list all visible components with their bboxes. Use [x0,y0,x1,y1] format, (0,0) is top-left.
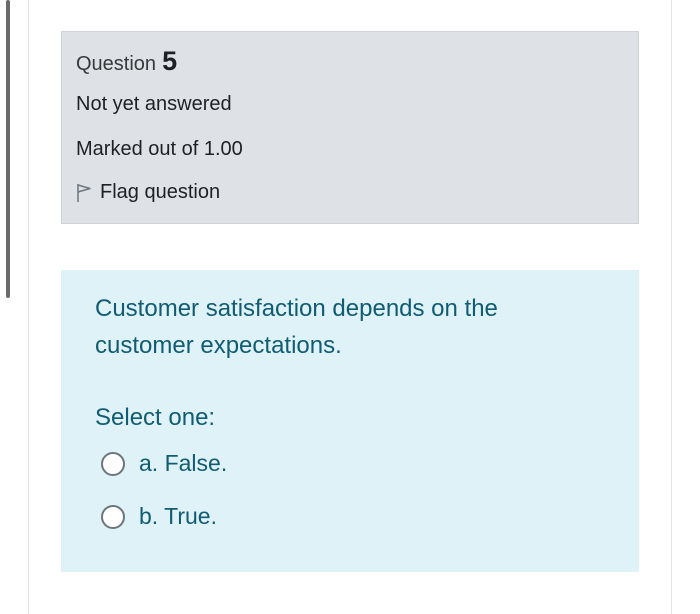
question-label: Question [76,53,157,75]
answer-prompt: Select one: [95,404,216,431]
question-state: Not yet answered [76,93,232,115]
flag-question-link[interactable]: Flag question [76,181,220,204]
answer-option-true[interactable]: b. True. [101,503,217,530]
question-number: Question 5 [76,46,177,78]
flag-icon [76,183,92,203]
answer-option-label[interactable]: b. True. [139,503,217,530]
scrollbar-thumb[interactable] [6,0,10,298]
question-text: Customer satisfaction depends on the cus… [95,295,498,359]
question-number-value: 5 [162,46,178,76]
radio-button-true[interactable] [101,504,125,529]
answer-option-label[interactable]: a. False. [139,450,227,477]
flag-question-label: Flag question [100,181,221,203]
radio-button-false[interactable] [101,451,125,476]
answer-option-false[interactable]: a. False. [101,450,227,477]
question-content-panel: Customer satisfaction depends on the cus… [61,270,639,572]
question-grade: Marked out of 1.00 [76,138,243,160]
question-info-panel: Question 5 Not yet answered Marked out o… [61,31,639,224]
